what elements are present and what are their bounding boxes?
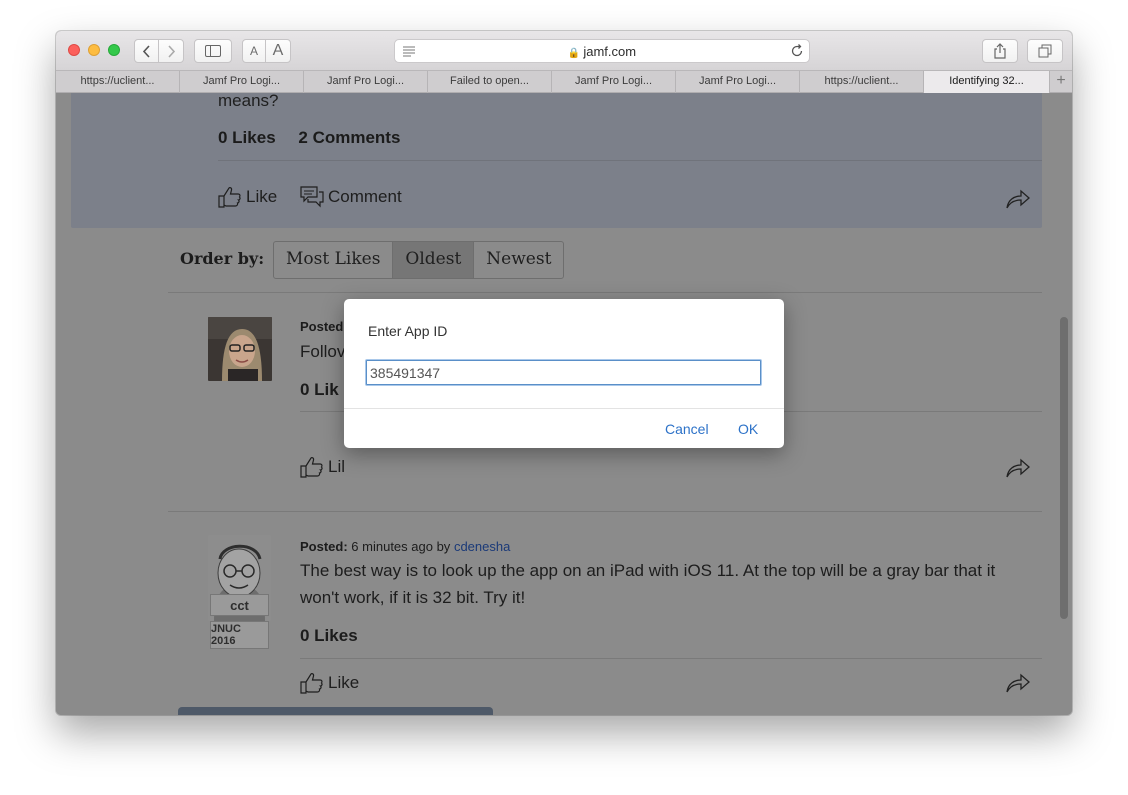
post-comment-button[interactable]: Comment bbox=[300, 186, 402, 208]
back-button[interactable] bbox=[134, 39, 159, 63]
tabs-overview-icon bbox=[1038, 44, 1052, 58]
close-window-button[interactable] bbox=[68, 44, 80, 56]
url-text: jamf.com bbox=[583, 44, 637, 59]
reload-icon[interactable] bbox=[789, 43, 805, 59]
like-label: Like bbox=[246, 187, 278, 206]
divider bbox=[218, 160, 1042, 161]
author-link[interactable]: cdenesha bbox=[454, 539, 510, 554]
browser-tab[interactable]: Jamf Pro Logi... bbox=[676, 71, 800, 93]
reply-body: Follov bbox=[300, 342, 346, 361]
dialog-divider bbox=[344, 408, 784, 409]
increase-font-button[interactable]: A bbox=[265, 39, 291, 63]
minimize-window-button[interactable] bbox=[88, 44, 100, 56]
posted-label: Posted: bbox=[300, 539, 348, 554]
like-label: Like bbox=[328, 673, 360, 692]
order-most-likes-button[interactable]: Most Likes bbox=[274, 242, 394, 278]
thumbs-up-icon bbox=[300, 673, 323, 694]
browser-tab-active[interactable]: Identifying 32... bbox=[924, 71, 1050, 93]
cancel-button[interactable]: Cancel bbox=[665, 421, 709, 437]
share-icon bbox=[994, 43, 1006, 59]
browser-tab[interactable]: Jamf Pro Logi... bbox=[304, 71, 428, 93]
sidebar-toggle-button[interactable] bbox=[194, 39, 232, 63]
browser-toolbar: A A 🔒 jamf.com bbox=[56, 31, 1072, 70]
browser-tab[interactable]: Jamf Pro Logi... bbox=[180, 71, 304, 93]
reply-likes-count: 0 Lik bbox=[300, 380, 339, 399]
share-arrow-icon[interactable] bbox=[1005, 188, 1031, 210]
decrease-font-button[interactable]: A bbox=[242, 39, 266, 63]
browser-tab[interactable]: https://uclient... bbox=[800, 71, 924, 93]
reply-form-bar bbox=[178, 707, 493, 715]
post-like-button[interactable]: Like bbox=[218, 186, 277, 208]
share-arrow-icon[interactable] bbox=[1005, 672, 1031, 694]
order-oldest-button[interactable]: Oldest bbox=[393, 242, 475, 278]
show-tabs-button[interactable] bbox=[1027, 39, 1063, 63]
browser-tab[interactable]: https://uclient... bbox=[56, 71, 180, 93]
chevron-right-icon bbox=[167, 44, 175, 58]
post-comments-count: 2 Comments bbox=[298, 128, 401, 147]
reply-like-button[interactable]: Like bbox=[300, 672, 359, 694]
order-newest-button[interactable]: Newest bbox=[474, 242, 563, 278]
scrollbar[interactable] bbox=[1060, 317, 1068, 619]
tab-bar: https://uclient... Jamf Pro Logi... Jamf… bbox=[56, 70, 1072, 93]
post-text: means? bbox=[218, 93, 279, 110]
post-likes-count: 0 Likes bbox=[218, 128, 276, 147]
order-by-label: Order by: bbox=[180, 249, 265, 268]
posted-label: Posted bbox=[300, 319, 344, 334]
share-arrow-icon[interactable] bbox=[1005, 457, 1031, 479]
post-stats: 0 Likes 2 Comments bbox=[218, 128, 418, 148]
browser-window: A A 🔒 jamf.com https://uclient... Jamf Pr… bbox=[56, 31, 1072, 715]
browser-tab[interactable]: Jamf Pro Logi... bbox=[552, 71, 676, 93]
divider bbox=[168, 511, 1042, 512]
reply-body-line: The best way is to look up the app on an… bbox=[300, 561, 996, 580]
original-post: means? 0 Likes 2 Comments Like Comment bbox=[71, 93, 1042, 228]
app-id-input[interactable] bbox=[366, 360, 761, 385]
address-bar[interactable]: 🔒 jamf.com bbox=[394, 39, 810, 63]
chevron-left-icon bbox=[142, 44, 150, 58]
page-content: means? 0 Likes 2 Comments Like Comment O… bbox=[56, 93, 1072, 715]
sidebar-icon bbox=[205, 45, 221, 57]
forward-button[interactable] bbox=[158, 39, 184, 63]
like-label: Lil bbox=[328, 457, 346, 476]
thumbs-up-icon bbox=[300, 457, 323, 478]
avatar[interactable] bbox=[208, 317, 272, 381]
comment-label: Comment bbox=[328, 187, 402, 206]
new-tab-button[interactable]: + bbox=[1050, 71, 1072, 93]
comment-icon bbox=[300, 186, 324, 208]
browser-tab[interactable]: Failed to open... bbox=[428, 71, 552, 93]
user-photo-icon bbox=[208, 317, 272, 381]
prompt-dialog: Enter App ID Cancel OK bbox=[344, 299, 784, 448]
reply-body-line: won't work, if it is 32 bit. Try it! bbox=[300, 588, 526, 607]
reply-likes-count: 0 Likes bbox=[300, 626, 358, 645]
reply-like-button[interactable]: Lil bbox=[300, 456, 345, 478]
cct-badge: cct bbox=[210, 594, 269, 616]
posted-time: 6 minutes ago by bbox=[351, 539, 451, 554]
reply-meta: Posted bbox=[300, 319, 343, 334]
lock-icon: 🔒 bbox=[567, 48, 581, 59]
divider bbox=[168, 292, 1042, 293]
divider bbox=[300, 658, 1042, 659]
zoom-window-button[interactable] bbox=[108, 44, 120, 56]
jnuc-badge: JNUC 2016 bbox=[210, 621, 269, 649]
order-by-group: Most Likes Oldest Newest bbox=[273, 241, 565, 279]
ok-button[interactable]: OK bbox=[738, 421, 758, 437]
share-button[interactable] bbox=[982, 39, 1018, 63]
dialog-title: Enter App ID bbox=[368, 323, 448, 339]
reply-meta: Posted: 6 minutes ago by cdenesha bbox=[300, 539, 510, 554]
thumbs-up-icon bbox=[218, 187, 241, 208]
